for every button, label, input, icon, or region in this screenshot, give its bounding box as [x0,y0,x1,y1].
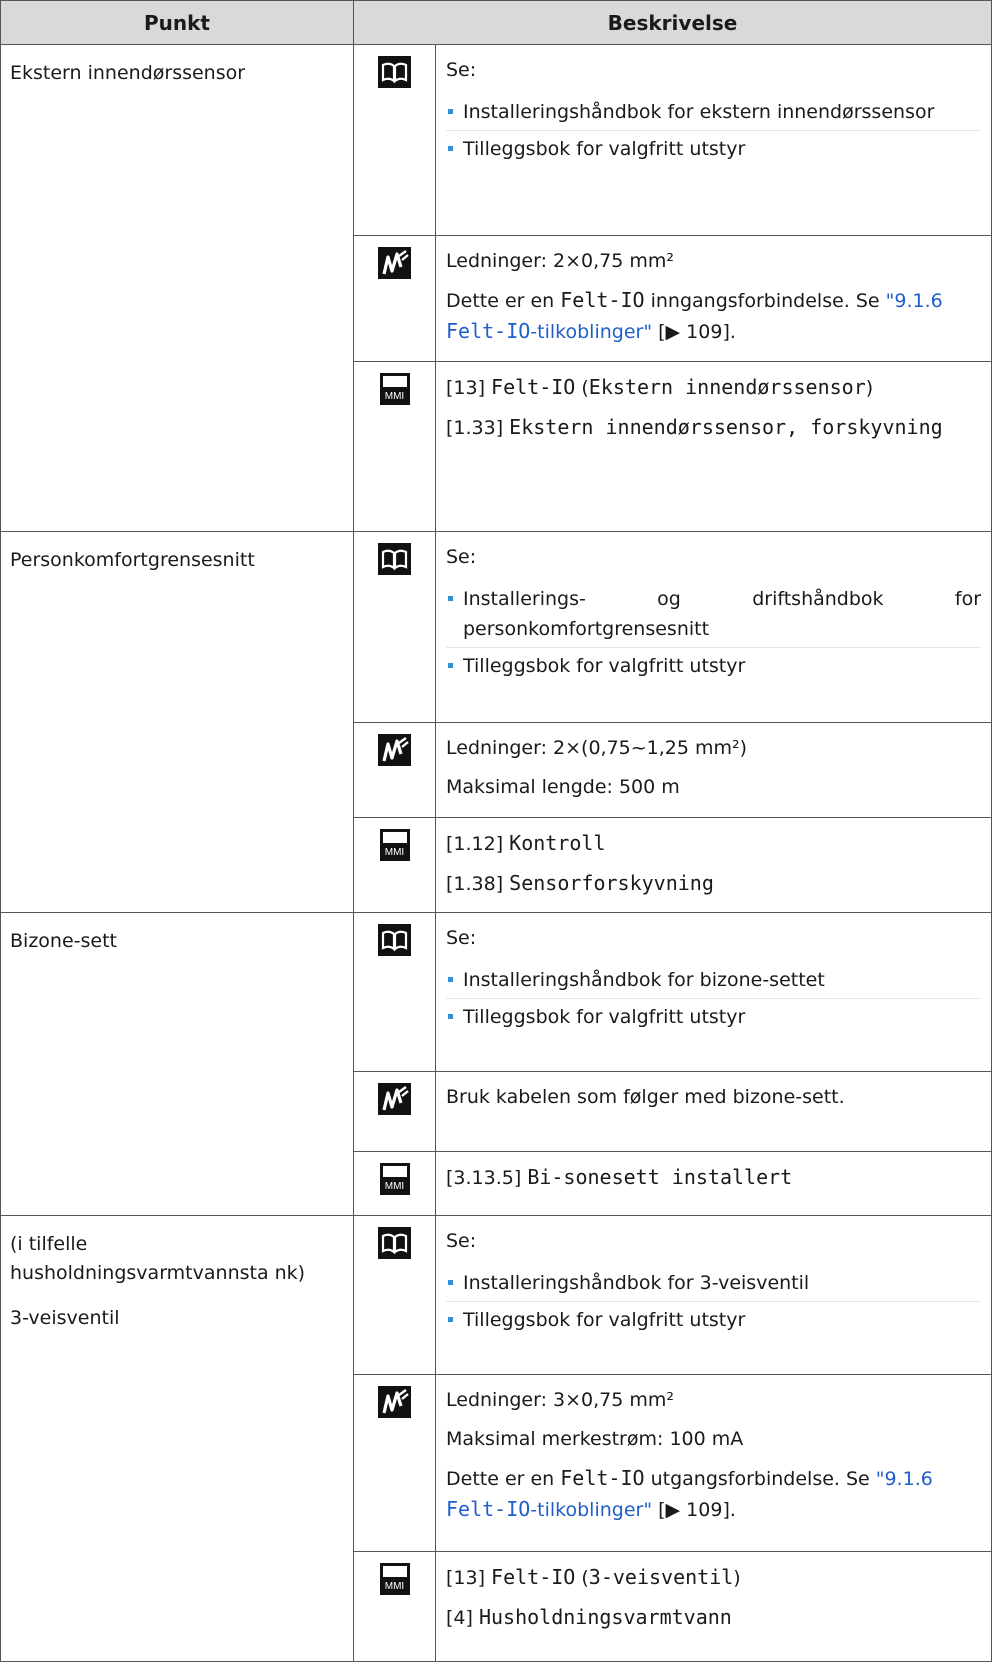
accessory-table: Punkt Beskrivelse Ekstern innendørssenso… [0,0,993,1662]
book-icon [378,543,411,575]
page-ref[interactable]: [▶ 109]. [652,1499,736,1521]
mmi-setting: [1.12] Kontroll [446,831,606,855]
mmi-setting: [4] Husholdningsvarmtvann [446,1605,732,1629]
book-icon [378,924,411,956]
desc-cell: Ledninger: 3×0,75 mm² Maksimal merkestrø… [434,1374,993,1552]
felt-io-note: Dette er en Felt-IO inngangsforbindelse.… [446,288,943,343]
list-item: Tilleggsbok for valgfritt utstyr [446,1301,982,1338]
table-row: Personkomfortgrensesnitt Se: Installerin… [0,531,993,913]
item-label: Bizone-sett [10,930,117,952]
max-length-text: Maksimal lengde: 500 m [446,776,680,798]
see-text: Se: [446,59,477,81]
list-item: Tilleggsbok for valgfritt utstyr [446,647,982,684]
icon-cell [353,531,436,723]
desc-cell: Se: Installerings- og driftshåndbok for … [434,531,993,723]
icon-cell: MMI [353,1151,436,1216]
desc-cell: Ledninger: 2×(0,75~1,25 mm²) Maksimal le… [434,722,993,818]
rated-current-text: Maksimal merkestrøm: 100 mA [446,1428,744,1450]
item-cell: Personkomfortgrensesnitt [0,531,354,913]
icon-cell [353,44,436,236]
table-row: Bizone-sett Se: Installeringshåndbok for… [0,912,993,1216]
table-header-row: Punkt Beskrivelse [0,0,993,45]
felt-io-note: Dette er en Felt-IO utgangsforbindelse. … [446,1466,933,1521]
header-beskrivelse: Beskrivelse [352,0,993,45]
desc-cell: Se: Installeringshåndbok for ekstern inn… [434,44,993,236]
table-row: Ekstern innendørssensor Se: Installering… [0,44,993,532]
wiring-text: Ledninger: 2×0,75 mm² [446,250,675,272]
mmi-icon: MMI [379,829,410,861]
icon-cell: MMI [353,1551,436,1662]
icon-cell [353,1071,436,1152]
table-row: (i tilfelle husholdningsvarmtvannsta nk)… [0,1215,993,1662]
desc-cell: [3.13.5] Bi-sonesett installert [434,1151,993,1216]
book-icon [378,56,411,88]
icon-cell [353,1215,436,1375]
desc-cell: Ledninger: 2×0,75 mm² Dette er en Felt-I… [434,235,993,362]
mmi-setting: [1.38] Sensorforskyvning [446,871,714,895]
bullet-list: Installeringshåndbok for 3-veisventil Ti… [446,1265,982,1338]
wiring-text: Bruk kabelen som følger med bizone-sett. [446,1086,845,1108]
icon-cell [353,235,436,362]
desc-cell: Se: Installeringshåndbok for 3-veisventi… [434,1215,993,1375]
item-label: (i tilfelle husholdningsvarmtvannsta nk) [10,1233,306,1284]
see-text: Se: [446,1230,477,1252]
item-label: Personkomfortgrensesnitt [10,549,255,571]
item-cell: Ekstern innendørssensor [0,44,354,532]
wiring-text: Ledninger: 2×(0,75~1,25 mm²) [446,737,748,759]
item-cell: Bizone-sett [0,912,354,1216]
list-item: Installeringshåndbok for bizone-settet [446,962,981,998]
desc-cell: [13] Felt-IO (3-veisventil) [4] Husholdn… [434,1551,993,1662]
wiring-text: Ledninger: 3×0,75 mm² [446,1389,675,1411]
bullet-list: Installeringshåndbok for ekstern innendø… [446,94,982,167]
desc-cell: Bruk kabelen som følger med bizone-sett. [434,1071,993,1152]
desc-cell: Se: Installeringshåndbok for bizone-sett… [434,912,993,1072]
wiring-icon [378,1386,411,1418]
icon-cell [353,1374,436,1552]
wiring-icon [378,734,411,766]
icon-cell: MMI [353,361,436,532]
item-cell: (i tilfelle husholdningsvarmtvannsta nk)… [0,1215,354,1662]
mmi-setting: [1.33] Ekstern innendørssensor, forskyvn… [446,415,943,439]
mmi-setting: [13] Felt-IO (Ekstern innendørssensor) [446,375,874,399]
list-item: Installerings- og driftshåndbok for pers… [446,581,981,647]
icon-cell [353,912,436,1072]
wiring-icon [378,247,411,279]
icon-cell: MMI [353,817,436,913]
mmi-setting: [3.13.5] Bi-sonesett installert [446,1165,793,1189]
list-item: Installeringshåndbok for ekstern innendø… [446,94,981,130]
see-text: Se: [446,927,477,949]
bullet-list: Installeringshåndbok for bizone-settet T… [446,962,982,1035]
mmi-icon: MMI [379,1563,410,1595]
wiring-icon [378,1083,411,1115]
list-item: Installeringshåndbok for 3-veisventil [446,1265,981,1301]
desc-cell: [1.12] Kontroll [1.38] Sensorforskyvning [434,817,993,913]
see-text: Se: [446,546,477,568]
list-item: Tilleggsbok for valgfritt utstyr [446,130,982,167]
item-label: Ekstern innendørssensor [10,62,246,84]
item-label: 3-veisventil [10,1307,120,1329]
mmi-icon: MMI [379,1163,410,1195]
desc-cell: [13] Felt-IO (Ekstern innendørssensor) [… [434,361,993,532]
mmi-icon: MMI [379,373,410,405]
page-ref[interactable]: [▶ 109]. [652,321,736,343]
list-item: Tilleggsbok for valgfritt utstyr [446,998,982,1035]
mmi-setting: [13] Felt-IO (3-veisventil) [446,1565,741,1589]
bullet-list: Installerings- og driftshåndbok for pers… [446,581,982,684]
header-punkt: Punkt [0,0,354,45]
book-icon [378,1227,411,1259]
icon-cell [353,722,436,818]
